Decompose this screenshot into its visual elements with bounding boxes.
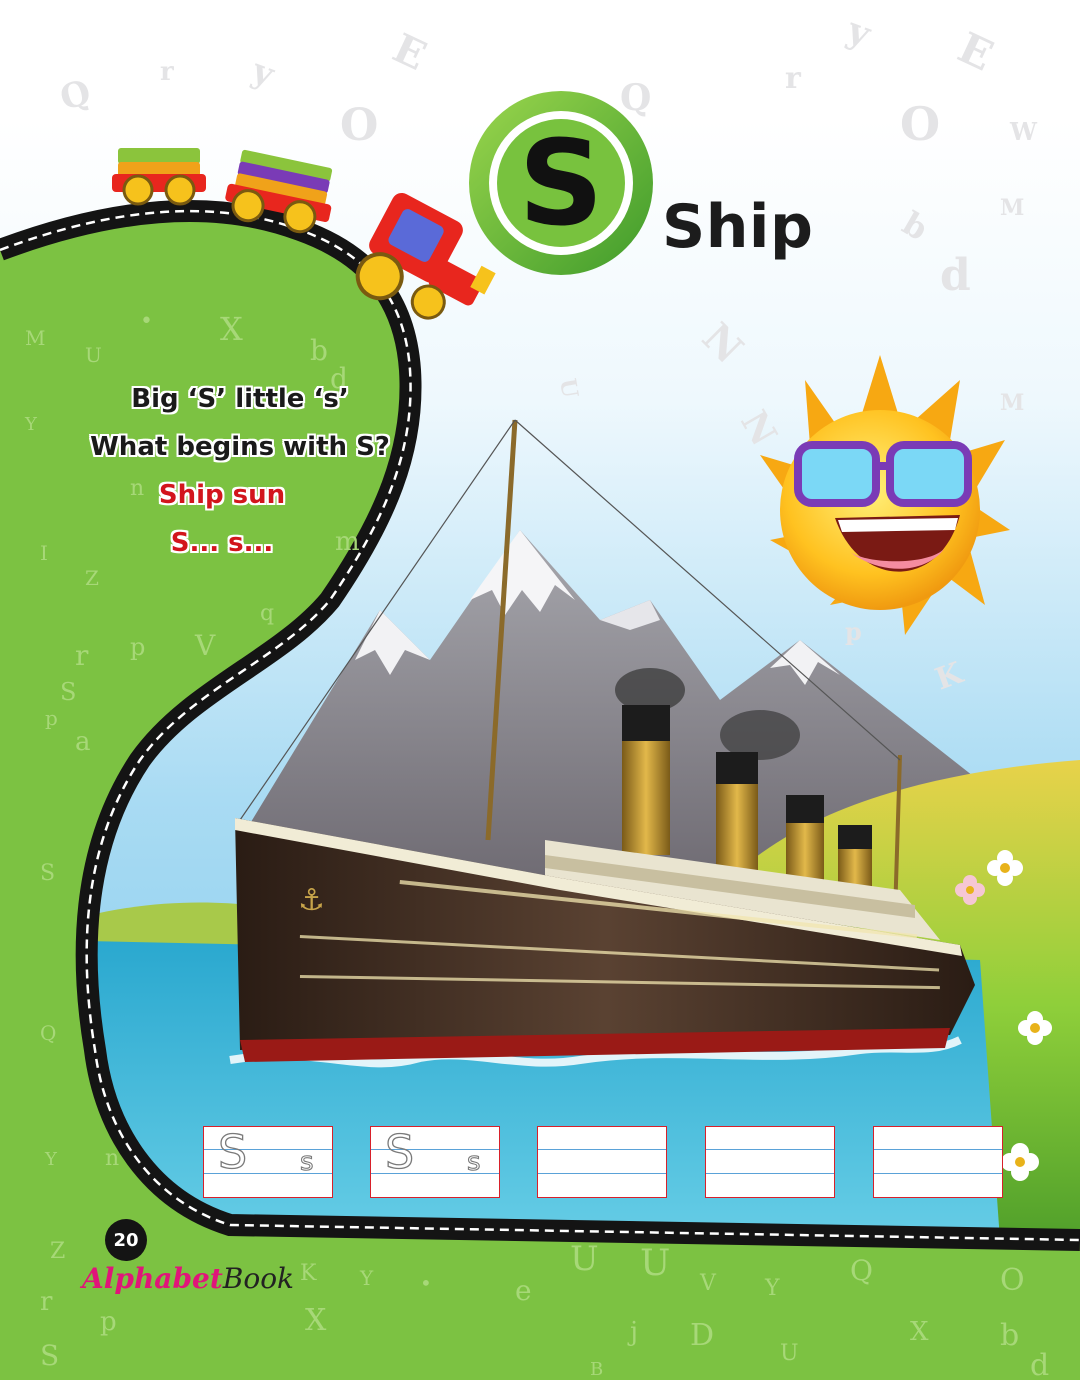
svg-text:U: U	[570, 1239, 599, 1279]
brand-logo: AlphabetBook	[82, 1262, 294, 1295]
svg-text:X: X	[910, 1317, 929, 1347]
svg-text:X: X	[220, 310, 243, 348]
svg-text:p: p	[845, 617, 862, 646]
svg-text:Z: Z	[50, 1239, 65, 1264]
brand-part-1: Alphabet	[82, 1262, 223, 1295]
svg-text:n: n	[105, 1146, 119, 1171]
svg-text:S: S	[60, 678, 76, 706]
svg-text:Q: Q	[40, 1021, 56, 1045]
rhyme-line-2: What begins with S?	[90, 432, 390, 462]
tracing-box-5[interactable]	[873, 1126, 1003, 1198]
svg-text:r: r	[160, 57, 174, 87]
svg-text:Y: Y	[359, 1266, 374, 1290]
svg-text:p: p	[130, 633, 145, 661]
svg-text:p: p	[45, 706, 58, 730]
svg-text:Y: Y	[24, 414, 38, 435]
svg-text:Y: Y	[44, 1149, 58, 1170]
svg-text:•: •	[420, 1271, 432, 1295]
svg-text:O: O	[900, 97, 940, 151]
rhyme-line-3: Ship sun	[158, 480, 286, 510]
svg-text:U: U	[640, 1243, 670, 1284]
tracing-guide-lower: s	[466, 1146, 481, 1177]
svg-text:M: M	[25, 326, 45, 350]
svg-text:d: d	[940, 250, 971, 301]
tracing-guide-upper: S	[384, 1124, 415, 1179]
svg-text:W: W	[1009, 117, 1038, 146]
tracing-guide-lower: s	[299, 1146, 314, 1177]
svg-text:S: S	[40, 1339, 59, 1372]
heading-letter: S	[518, 114, 604, 252]
svg-text:•: •	[140, 309, 153, 334]
rhyme-line-4: S... s...	[170, 528, 274, 558]
svg-text:⚓: ⚓	[298, 883, 325, 918]
svg-text:d: d	[1030, 1348, 1049, 1380]
alphabet-page: Q r y E O Q r y E O W d b M N N M K U p	[0, 0, 1080, 1380]
svg-text:r: r	[75, 639, 89, 672]
svg-text:b: b	[310, 334, 328, 367]
heading-word: Ship	[662, 192, 814, 262]
svg-text:r: r	[785, 61, 802, 96]
tracing-guide-upper: S	[217, 1124, 248, 1179]
page-number: 20	[105, 1219, 147, 1261]
svg-text:X: X	[305, 1303, 327, 1338]
svg-text:U: U	[780, 1341, 799, 1366]
svg-text:B: B	[590, 1359, 603, 1380]
tracing-box-3[interactable]	[537, 1126, 667, 1198]
svg-text:D: D	[690, 1318, 714, 1353]
svg-text:M: M	[1000, 195, 1024, 221]
tracing-box-4[interactable]	[705, 1126, 835, 1198]
svg-text:O: O	[340, 100, 378, 151]
brand-part-2: Book	[222, 1262, 295, 1295]
svg-text:K: K	[300, 1261, 317, 1286]
tracing-box-2[interactable]: S s	[370, 1124, 500, 1198]
svg-text:q: q	[260, 601, 274, 626]
svg-text:O: O	[1000, 1263, 1025, 1298]
svg-text:r: r	[40, 1287, 53, 1317]
svg-text:p: p	[100, 1307, 117, 1337]
svg-text:U: U	[85, 343, 102, 367]
tracing-box-1[interactable]: S s	[203, 1124, 333, 1198]
svg-text:a: a	[75, 727, 91, 757]
svg-text:Z: Z	[85, 566, 99, 590]
svg-text:b: b	[1000, 1318, 1019, 1353]
svg-text:V: V	[194, 629, 216, 662]
svg-text:e: e	[515, 1274, 532, 1307]
svg-text:M: M	[1000, 390, 1024, 416]
svg-text:Q: Q	[850, 1254, 873, 1287]
rhyme-line-1: Big ‘S’ little ‘s’	[131, 384, 349, 414]
svg-text:S: S	[40, 861, 55, 886]
svg-text:Y: Y	[764, 1276, 780, 1301]
svg-text:V: V	[699, 1271, 717, 1296]
